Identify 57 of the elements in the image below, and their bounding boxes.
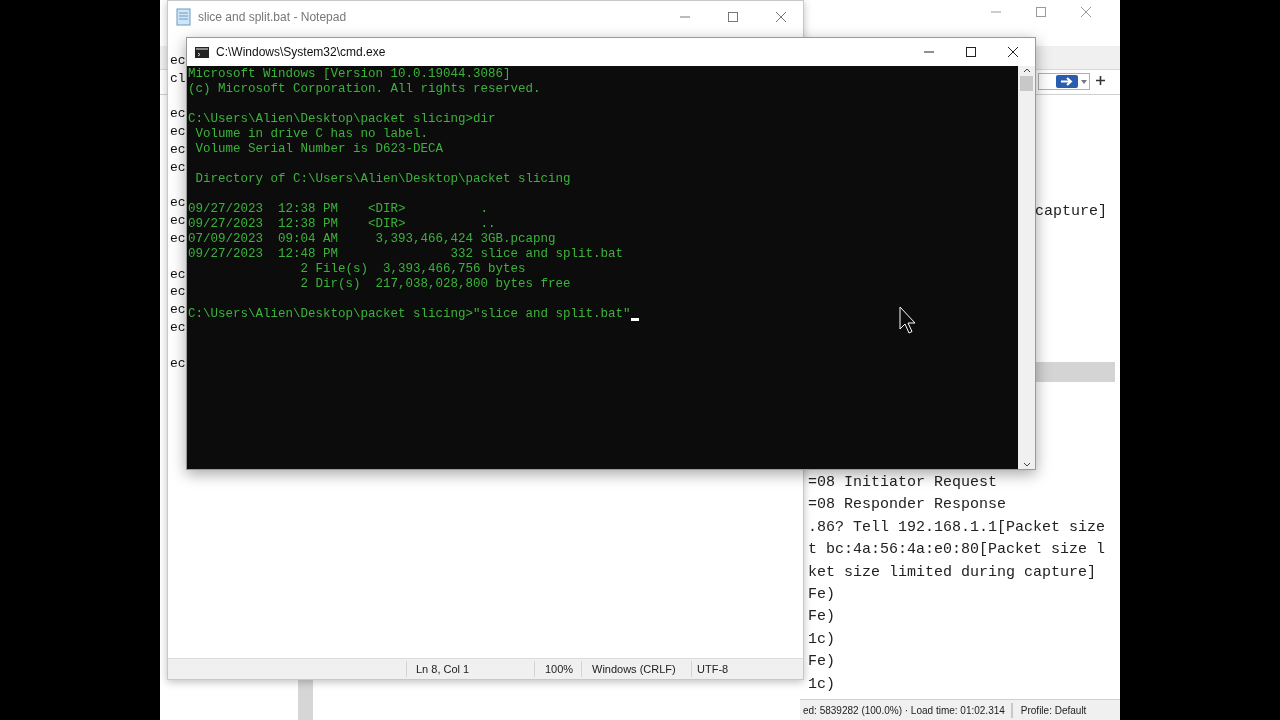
- console-line: Directory of C:\Users\Alien\Desktop\packet slicing: [194, 172, 571, 187]
- code-line: cl: [170, 69, 186, 88]
- mouse-cursor-icon: [899, 306, 916, 334]
- close-button[interactable]: [1007, 46, 1019, 58]
- console-line: 2 Dir(s) 217,038,028,800 bytes free: [299, 277, 571, 292]
- add-icon[interactable]: [1096, 76, 1105, 85]
- code-line: ec: [170, 194, 186, 213]
- status-text: Ln 8, Col 1: [406, 660, 534, 678]
- packet-text: =08 Initiator Request: [808, 473, 998, 493]
- console-line: Volume Serial Number is D623-DECA: [194, 142, 444, 157]
- scrollbar[interactable]: [1018, 66, 1035, 469]
- window-title: C:\Windows\System32\cmd.exe: [216, 44, 386, 61]
- console-line: 09/27/2023 12:38 PM <DIR> .: [188, 202, 489, 217]
- console-line: 09/27/2023 12:38 PM <DIR> ..: [188, 217, 496, 232]
- packet-text: 1c): [808, 674, 835, 695]
- console-line: (c) Microsoft Corporation. All rights reserved.: [188, 82, 541, 97]
- code-line: ec: [170, 229, 186, 248]
- status-text: UTF-8: [691, 660, 729, 678]
- status-text: Windows (CRLF): [581, 660, 691, 678]
- console-line: Volume in drive C has no label.: [194, 127, 429, 142]
- code-line: ec: [170, 318, 186, 337]
- console-line: Microsoft Windows [Version 10.0.19044.3086]: [188, 67, 511, 82]
- filter-field[interactable]: [1038, 73, 1090, 90]
- caret-icon[interactable]: [1081, 79, 1087, 84]
- notepad-icon: [176, 8, 192, 26]
- packet-text: =08 Responder Response: [808, 495, 1007, 516]
- code-line: ec: [170, 52, 186, 70]
- console-line: 07/09/2023 09:04 AM 3,393,466,424 3GB.pcapng: [188, 232, 556, 247]
- code-line: ec: [170, 354, 186, 373]
- packet-text: .86? Tell 192.168.1.1[Packet size: [808, 517, 1106, 538]
- packet-text: 1c): [808, 629, 835, 650]
- console-line: C:\Users\Alien\Desktop\packet slicing>"slice and split.bat": [188, 307, 631, 322]
- status-text: ed: 5839282 (100.0%) · Load time: 01:02.314: [802, 703, 1005, 718]
- status-text: 100%: [534, 660, 581, 678]
- packet-text: t bc:4a:56:4a:e0:80[Packet size l: [808, 540, 1106, 561]
- console-line: C:\Users\Alien\Desktop\packet slicing>dir: [188, 112, 496, 127]
- code-line: ec: [170, 301, 186, 319]
- packet-text: Fe): [808, 585, 835, 606]
- code-line: ec: [170, 123, 186, 141]
- packet-text: capture]: [1035, 202, 1107, 222]
- maximize-button[interactable]: [965, 46, 977, 58]
- console-line: 2 File(s) 3,393,466,756 bytes: [299, 262, 526, 277]
- code-line: ec: [170, 212, 186, 230]
- packet-text: Fe): [808, 652, 835, 673]
- scroll-thumb[interactable]: [1020, 76, 1033, 91]
- window-title: slice and split.bat - Notepad: [198, 9, 347, 26]
- code-line: ec: [170, 141, 186, 159]
- code-line: ec: [170, 283, 186, 302]
- console-icon: [195, 46, 209, 58]
- code-line: ec: [170, 105, 186, 124]
- code-line: ec: [170, 158, 186, 177]
- packet-text: Fe): [808, 607, 835, 628]
- packet-text: ket size limited during capture]: [808, 562, 1097, 583]
- console-line: 09/27/2023 12:48 PM 332 slice and split.bat: [188, 247, 624, 262]
- text-cursor: [630, 318, 639, 321]
- status-text: Profile: Default: [1010, 702, 1087, 718]
- code-line: ec: [170, 265, 186, 284]
